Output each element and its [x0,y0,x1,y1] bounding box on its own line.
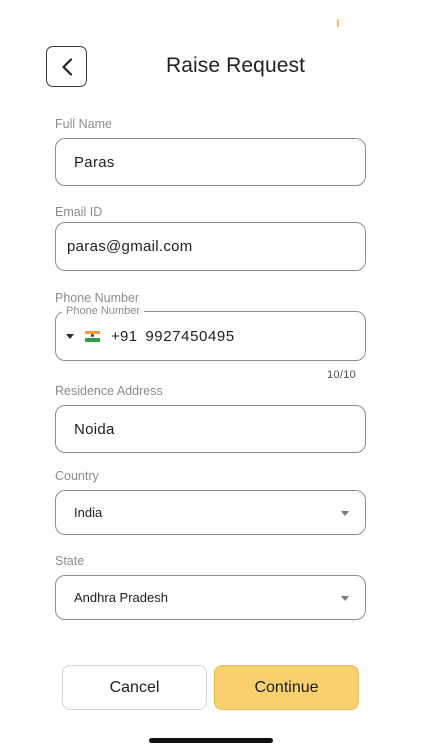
back-button[interactable] [46,46,87,87]
state-selected-value: Andhra Pradesh [74,590,168,605]
country-selected-value: India [74,505,103,520]
country-code-dropdown-icon[interactable] [66,333,74,339]
phone-char-counter: 10/10 [327,369,357,381]
address-label: Residence Address [55,384,163,398]
chevron-left-icon [61,57,72,76]
continue-button[interactable]: Continue [214,665,359,710]
phone-label: Phone Number [55,291,140,305]
status-indicator [337,19,339,27]
email-value: paras@gmail.com [67,238,193,255]
country-select[interactable]: India [55,490,366,535]
full-name-field[interactable]: Paras [55,138,366,186]
chevron-down-icon [341,511,349,516]
phone-floating-label: Phone Number [62,305,144,317]
chevron-down-icon [341,596,349,601]
page-title: Raise Request [166,54,306,77]
address-value: Noida [74,420,115,438]
email-label: Email ID [55,205,103,219]
full-name-label: Full Name [55,117,112,131]
phone-field[interactable]: +91 9927450495 [55,311,366,361]
india-flag-icon[interactable] [85,330,100,342]
country-label: Country [55,469,99,483]
state-label: State [55,554,85,568]
state-select[interactable]: Andhra Pradesh [55,575,366,620]
full-name-value: Paras [74,153,115,171]
email-field[interactable]: paras@gmail.com [55,222,366,271]
address-field[interactable]: Noida [55,405,366,453]
dial-code: +91 [111,327,138,345]
home-indicator[interactable] [149,738,273,743]
phone-number-value: 9927450495 [145,327,235,345]
cancel-button[interactable]: Cancel [62,665,207,710]
